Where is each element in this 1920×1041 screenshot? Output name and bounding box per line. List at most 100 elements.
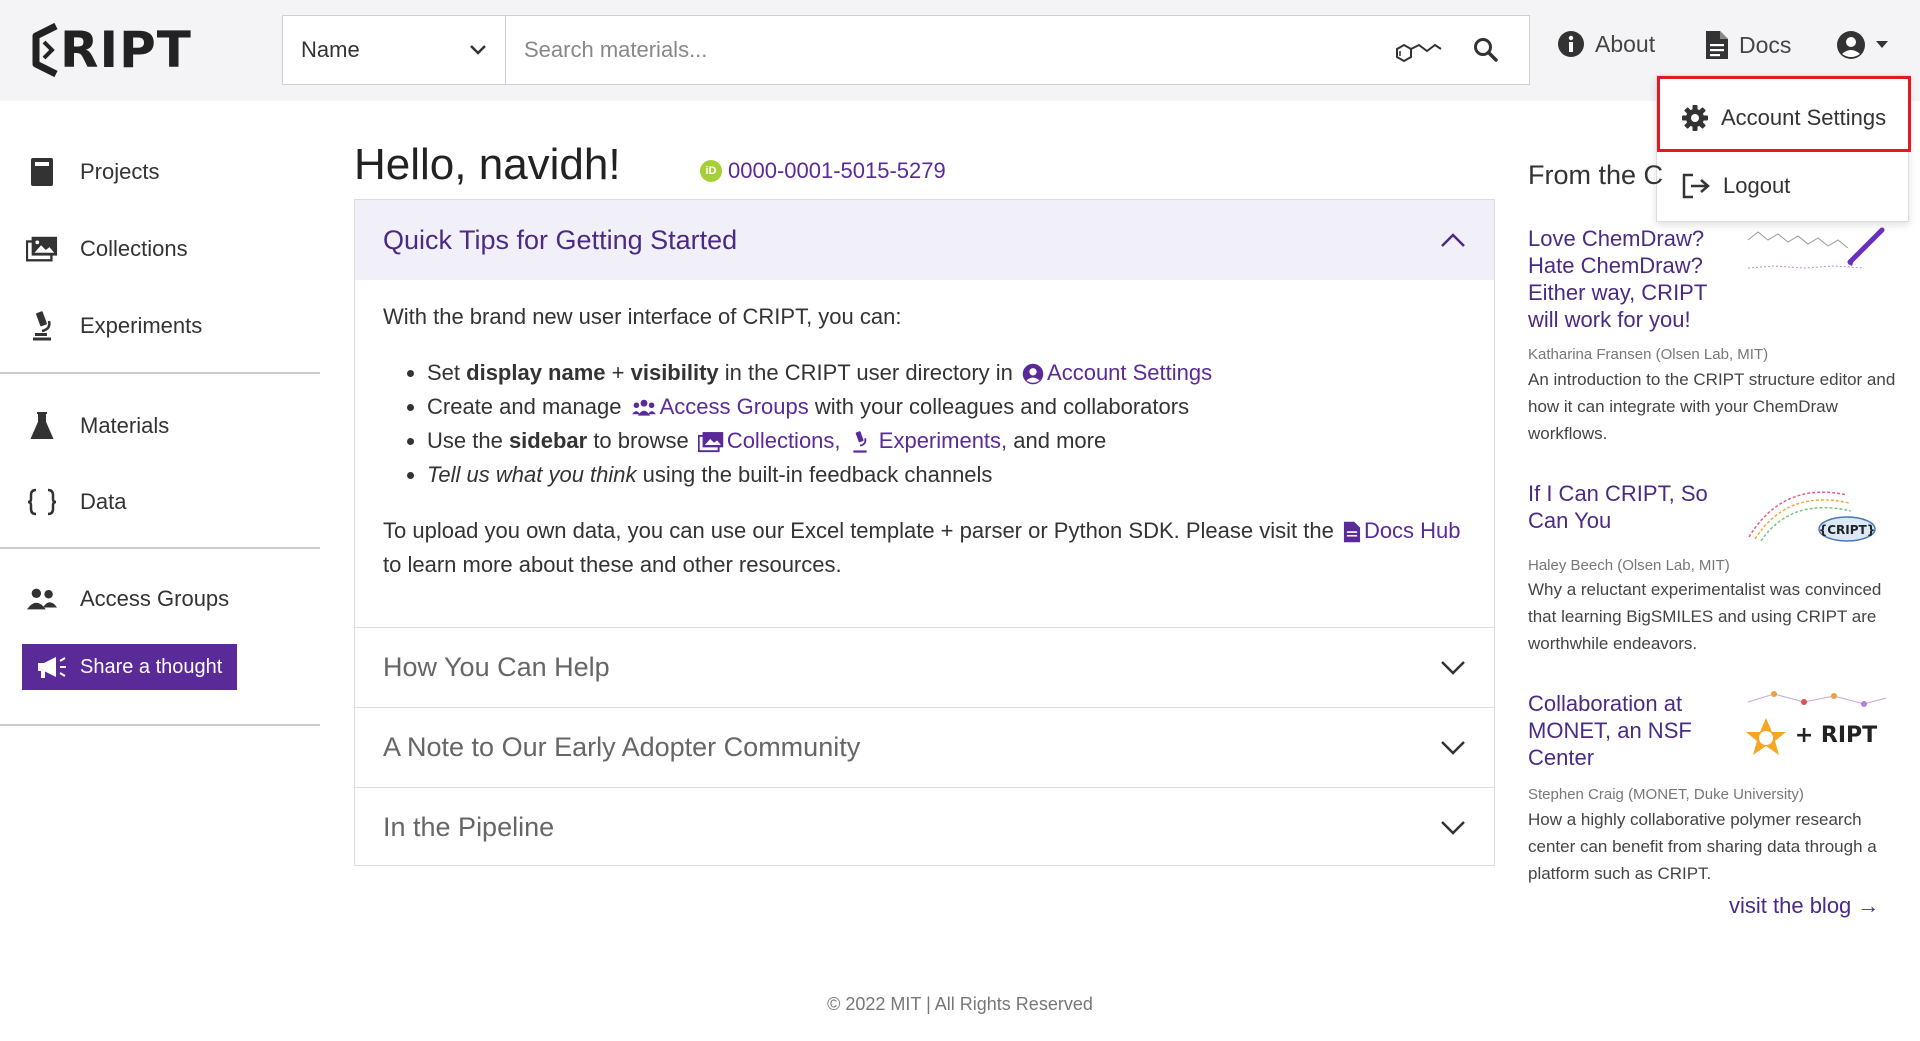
blog-post-author: Katharina Fransen (Olsen Lab, MIT) [1528,346,1769,363]
blog-post-title[interactable]: If I Can CRIPT, So Can You [1528,480,1718,534]
accordion-body-quick-tips: With the brand new user interface of CRI… [383,300,1473,582]
blog-post-author: Stephen Craig (MONET, Duke University) [1528,786,1804,803]
microscope-icon [26,310,58,342]
caret-down-icon [1876,41,1888,48]
chevron-down-icon [1441,740,1465,755]
chevron-up-icon [1441,233,1465,247]
cript-logo-icon [32,22,58,78]
cript-post-thumbnail: {CRIPT} [1748,491,1876,542]
chemdraw-post-thumbnail [1747,227,1885,269]
tips-accordion: Quick Tips for Getting Started With the … [354,199,1495,866]
images-icon [26,233,58,265]
chevron-down-icon [1441,660,1465,675]
sidebar-item-data[interactable]: Data [26,482,126,522]
cript-logo[interactable]: RIPT [30,18,192,82]
access-groups-link[interactable]: Access Groups [660,394,809,419]
share-thought-button[interactable]: Share a thought [22,644,237,690]
menu-item-logout[interactable]: Logout [1657,154,1908,218]
sidebar-item-label: Experiments [80,313,203,338]
info-icon [1558,31,1584,57]
tips-list: Set display name + visibility in the CRI… [427,356,1473,492]
accordion-title: A Note to Our Early Adopter Community [383,732,861,762]
blog-post-description: An introduction to the CRIPT structure e… [1528,370,1896,443]
sidebar-item-label: Collections [80,236,188,261]
blog-post-description: Why a reluctant experimentalist was conv… [1528,580,1882,653]
sidebar-divider [0,547,320,549]
search-type-select[interactable]: Name [283,16,506,84]
accordion-header-how-you-can-help[interactable]: How You Can Help [355,627,1494,707]
flask-icon [26,410,58,442]
nav-about-label: About [1595,30,1656,57]
list-item: Set display name + visibility in the CRI… [427,356,1473,390]
monet-post-thumbnail: + RIPT [1746,691,1887,755]
top-bar: RIPT Name About [0,0,1920,101]
logout-icon [1682,173,1710,199]
footer-copyright: © 2022 MIT | All Rights Reserved [827,994,1093,1014]
docs-hub-link[interactable]: Docs Hub [1364,518,1461,543]
accordion-header-pipeline[interactable]: In the Pipeline [355,787,1494,867]
document-icon [1706,31,1728,59]
search-input[interactable] [506,16,1391,84]
account-menu-toggle[interactable] [1836,30,1888,60]
tips-paragraph: To upload you own data, you can use our … [383,518,1461,577]
menu-item-label: Logout [1723,173,1791,198]
share-thought-label: Share a thought [80,655,223,678]
menu-item-account-settings[interactable]: Account Settings [1657,86,1908,150]
images-icon [697,432,724,453]
orcid-id: 0000-0001-5015-5279 [728,158,946,183]
list-item: Create and manage Access Groups with you… [427,390,1473,424]
sidebar-item-collections[interactable]: Collections [26,229,188,269]
logo-text: RIPT [60,21,192,79]
blog-post-title[interactable]: Collaboration at MONET, an NSF Center [1528,690,1718,771]
visit-blog-link[interactable]: visit the blog → [1729,893,1879,919]
microscope-icon [853,431,867,453]
sidebar-item-projects[interactable]: Projects [26,152,159,192]
sidebar-item-label: Access Groups [80,586,230,611]
svg-text:{CRIPT}: {CRIPT} [1819,523,1876,537]
accordion-title: In the Pipeline [383,812,555,842]
experiments-link[interactable]: Experiments, [879,428,1007,453]
tips-intro: With the brand new user interface of CRI… [383,304,902,329]
search-type-value: Name [301,37,360,62]
account-settings-link[interactable]: Account Settings [1047,360,1212,385]
sidebar-item-label: Materials [80,413,170,438]
menu-item-label: Account Settings [1721,105,1887,130]
svg-text:+ RIPT: + RIPT [1795,723,1877,748]
blog-post-author: Haley Beech (Olsen Lab, MIT) [1528,557,1730,574]
chevron-down-icon [470,45,486,55]
list-item: Use the sidebar to browse Collections, E… [427,424,1473,458]
collections-link[interactable]: Collections, [727,428,841,453]
sidebar-item-access-groups[interactable]: Access Groups [26,579,229,619]
search-bar: Name [282,15,1530,85]
blog-post-title[interactable]: Love ChemDraw? Hate ChemDraw? Either way… [1528,225,1718,333]
accordion-title: Quick Tips for Getting Started [383,224,738,255]
accordion-header-quick-tips[interactable]: Quick Tips for Getting Started [355,200,1494,280]
chevron-down-icon [1441,820,1465,835]
user-circle-icon [1022,363,1044,385]
users-icon [26,583,58,615]
nav-docs[interactable]: Docs [1705,30,1791,60]
sidebar-divider [0,724,320,726]
users-icon [631,399,656,416]
sidebar-item-label: Data [80,489,127,514]
curly-braces-icon [26,486,58,518]
structure-editor-icon[interactable] [1391,35,1443,65]
orcid-icon: iD [700,160,722,182]
accordion-header-early-adopter[interactable]: A Note to Our Early Adopter Community [355,707,1494,787]
blog-heading: From the C [1528,160,1664,190]
sidebar-item-materials[interactable]: Materials [26,406,169,446]
accordion-title: How You Can Help [383,652,610,682]
nav-about[interactable]: About [1557,30,1655,58]
sidebar-item-experiments[interactable]: Experiments [26,306,202,346]
search-icon[interactable] [1473,37,1499,63]
gear-icon [1682,105,1708,131]
nav-docs-label: Docs [1739,31,1792,58]
list-item: Tell us what you think using the built-i… [427,458,1473,492]
account-dropdown-menu: Account Settings Logout [1656,75,1909,222]
blog-post-description: How a highly collaborative polymer resea… [1528,810,1877,883]
page-title: Hello, navidh! [354,140,621,189]
sidebar-item-label: Projects [80,159,160,184]
orcid-link[interactable]: iD 0000-0001-5015-5279 [700,158,946,184]
user-circle-icon [1837,31,1865,59]
sidebar-divider [0,372,320,374]
